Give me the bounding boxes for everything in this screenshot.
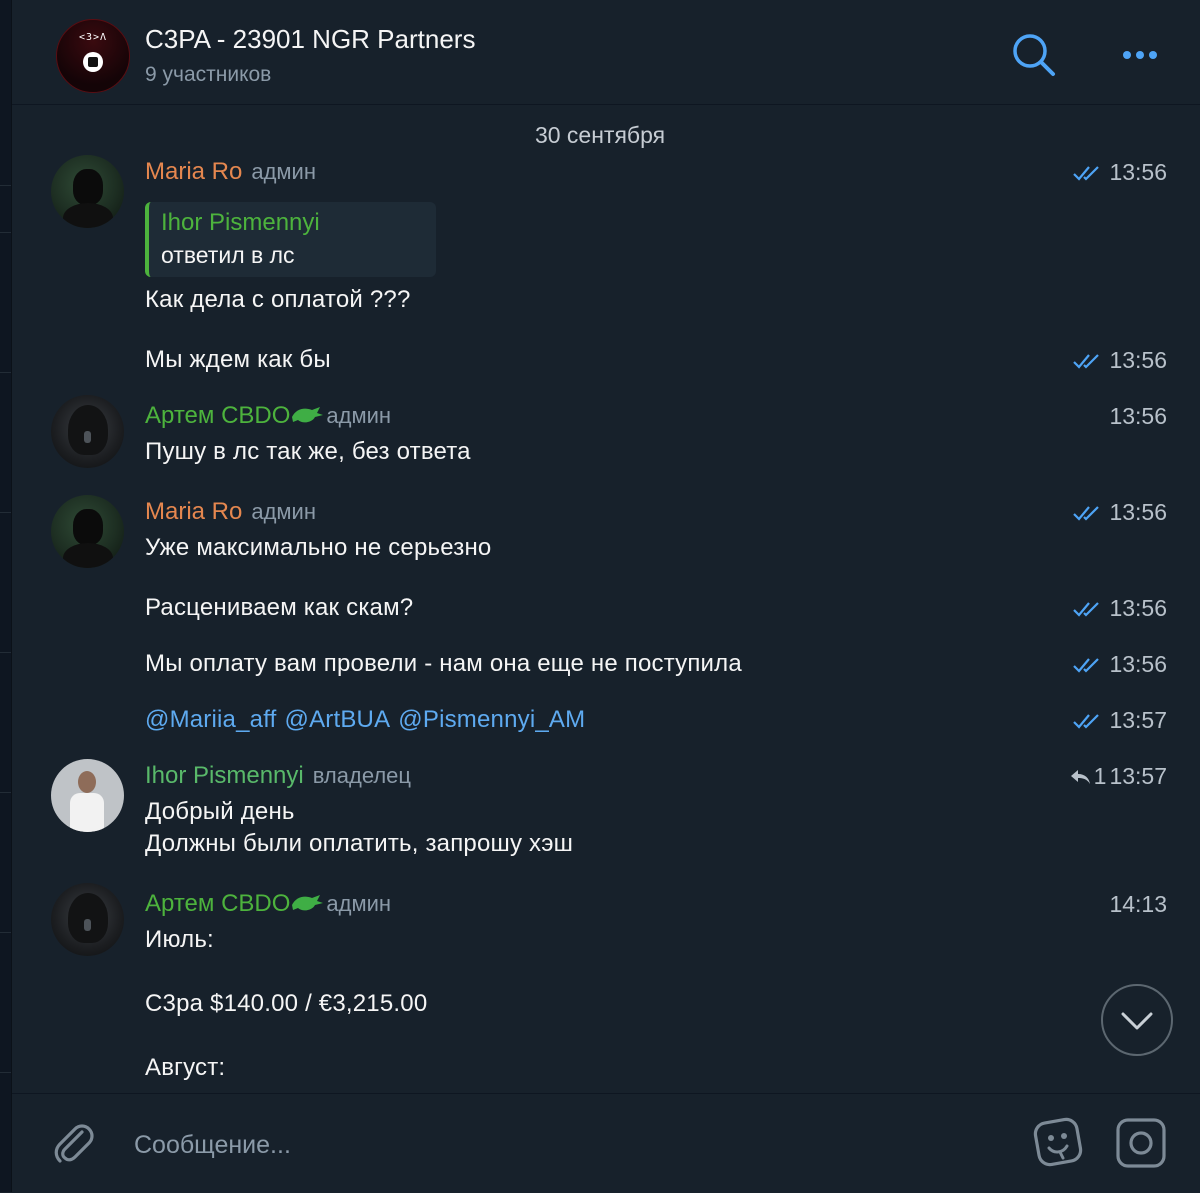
camera-button[interactable] xyxy=(1114,1116,1168,1170)
message-time: 13:57 xyxy=(1073,707,1167,734)
message-time[interactable]: 1 13:57 xyxy=(1069,763,1167,790)
avatar-maria-ro[interactable] xyxy=(51,155,124,228)
message-text: Июль: xyxy=(145,926,214,953)
avatar-artem[interactable] xyxy=(51,883,124,956)
avatar-artem[interactable] xyxy=(51,395,124,468)
message-time: 13:56 xyxy=(1073,651,1167,678)
message-time: 13:56 xyxy=(1073,159,1167,186)
double-check-icon xyxy=(1073,505,1100,521)
attach-button[interactable] xyxy=(48,1118,98,1168)
sticker-icon xyxy=(1033,1117,1083,1167)
chat-avatar[interactable]: <3>Λ xyxy=(56,19,130,93)
time-label: 13:56 xyxy=(1109,347,1167,373)
double-check-icon xyxy=(1073,657,1100,673)
chevron-down-icon xyxy=(1121,1012,1153,1030)
message-text: Мы оплату вам провели - нам она еще не п… xyxy=(145,650,742,677)
message-time: 13:56 xyxy=(1073,595,1167,622)
double-check-icon xyxy=(1073,353,1100,369)
message-text: Добрый день xyxy=(145,798,295,825)
message-text: Расцениваем как скам? xyxy=(145,594,414,621)
message-text: Уже максимально не серьезно xyxy=(145,534,492,561)
message-sender: Maria Ro админ xyxy=(145,158,316,186)
chat-member-count[interactable]: 9 участников xyxy=(145,63,271,87)
reply-quote-text: ответил в лс xyxy=(161,242,295,268)
message-sender: Артем СВDО админ xyxy=(145,890,391,918)
sender-role: админ xyxy=(251,159,316,184)
search-icon xyxy=(1013,34,1055,76)
message-composer xyxy=(12,1093,1200,1193)
message-text: Как дела с оплатой ??? xyxy=(145,286,411,313)
time-label: 14:13 xyxy=(1109,891,1167,917)
time-label: 13:56 xyxy=(1109,403,1167,429)
chat-avatar-logo-text: <3>Λ xyxy=(78,32,108,43)
mention-link[interactable]: @Mariia_aff xyxy=(145,706,277,733)
scroll-to-bottom-button[interactable] xyxy=(1101,984,1173,1056)
reply-quote[interactable]: Ihor Pismennyi ответил в лс xyxy=(145,202,436,277)
message-text: Пушу в лс так же, без ответа xyxy=(145,438,471,465)
message-text: Должны были оплатить, запрошу хэш xyxy=(145,830,574,857)
double-check-icon xyxy=(1073,165,1100,181)
left-panel-edge xyxy=(0,0,12,1192)
dragon-badge-icon xyxy=(292,895,324,911)
sticker-button[interactable] xyxy=(1030,1114,1086,1170)
sender-role: админ xyxy=(326,403,392,428)
double-check-icon xyxy=(1073,713,1100,729)
sender-name[interactable]: Ihor Pismennyi xyxy=(145,762,304,790)
message-time: 13:56 xyxy=(1073,499,1167,526)
more-options-button[interactable] xyxy=(1115,30,1165,80)
more-icon xyxy=(1123,51,1157,59)
camera-icon xyxy=(1116,1118,1166,1168)
message-text: C3pa $140.00 / €3,215.00 xyxy=(145,990,428,1017)
message-time: 14:13 xyxy=(1109,891,1167,918)
mention-link[interactable]: @ArtBUA xyxy=(285,706,391,733)
message-sender: Ihor Pismennyi владелец xyxy=(145,762,411,790)
search-button[interactable] xyxy=(1009,30,1059,80)
sender-role: админ xyxy=(251,499,316,524)
paperclip-icon xyxy=(54,1124,94,1163)
double-check-icon xyxy=(1073,601,1100,617)
mention-link[interactable]: @Pismennyi_AM xyxy=(398,706,585,733)
sender-role: админ xyxy=(326,891,392,916)
sender-name[interactable]: Maria Ro xyxy=(145,158,242,186)
reply-arrow-icon xyxy=(1070,769,1090,784)
time-label: 13:57 xyxy=(1109,763,1167,789)
reply-quote-name: Ihor Pismennyi xyxy=(161,209,320,236)
time-label: 13:56 xyxy=(1109,159,1167,185)
message-mentions: @Mariia_aff @ArtBUA @Pismennyi_AM xyxy=(145,706,585,734)
sender-name[interactable]: Maria Ro xyxy=(145,498,242,526)
dragon-badge-icon xyxy=(292,407,324,423)
message-sender: Артем СВDО админ xyxy=(145,402,391,430)
time-label: 13:56 xyxy=(1109,499,1167,525)
avatar-maria-ro[interactable] xyxy=(51,495,124,568)
sender-role: владелец xyxy=(312,763,412,788)
time-label: 13:57 xyxy=(1109,707,1167,733)
chat-title[interactable]: C3PA - 23901 NGR Partners xyxy=(145,24,475,55)
sender-name[interactable]: Артем СВDО xyxy=(145,890,290,918)
avatar-ihor-pismennyi[interactable] xyxy=(51,759,124,832)
message-time: 13:56 xyxy=(1073,347,1167,374)
message-text: Мы ждем как бы xyxy=(145,346,331,373)
message-sender: Maria Ro админ xyxy=(145,498,316,526)
time-label: 13:56 xyxy=(1109,595,1167,621)
reply-count: 1 xyxy=(1093,763,1107,789)
date-separator: 30 сентября xyxy=(534,122,666,148)
chat-avatar-logo-mark xyxy=(83,52,103,72)
message-input[interactable] xyxy=(132,1123,996,1167)
message-text: Август: xyxy=(145,1054,226,1081)
message-time: 13:56 xyxy=(1109,403,1167,430)
time-label: 13:56 xyxy=(1109,651,1167,677)
chat-header: <3>Λ C3PA - 23901 NGR Partners 9 участни… xyxy=(12,0,1200,105)
sender-name[interactable]: Артем СВDО xyxy=(145,402,290,430)
